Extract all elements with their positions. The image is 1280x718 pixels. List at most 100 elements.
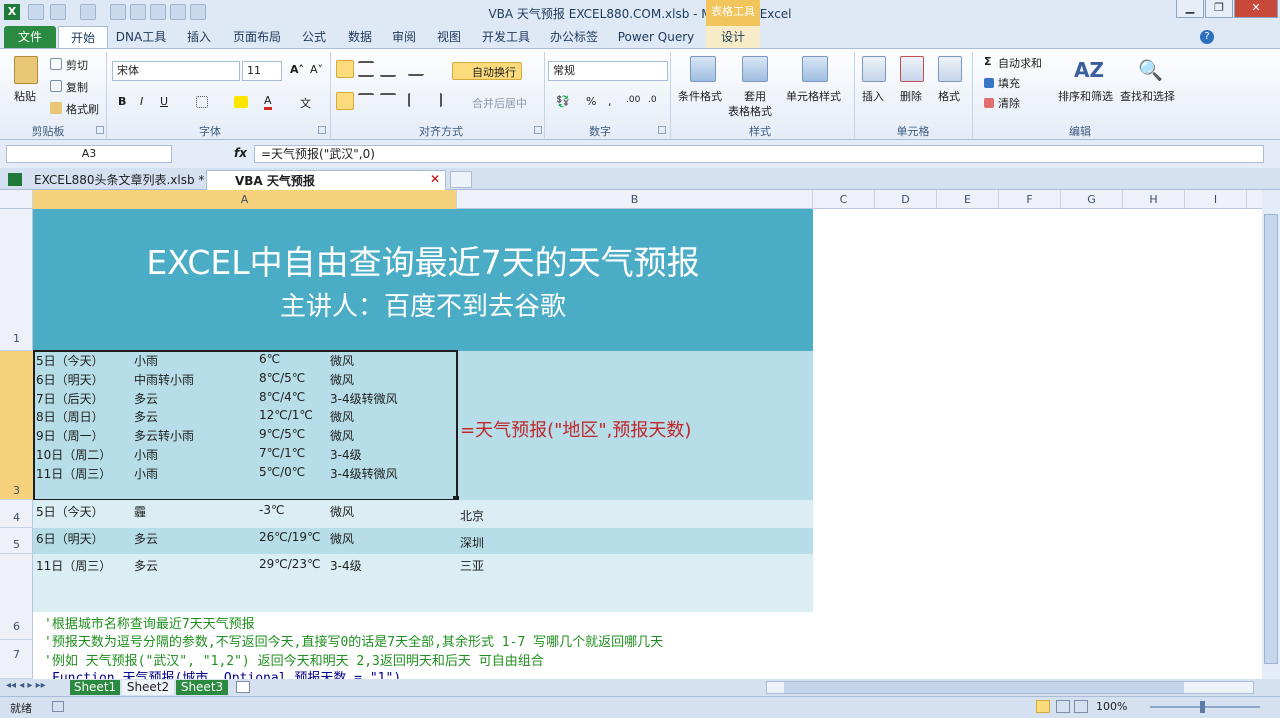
delete-cells-icon[interactable]: [900, 56, 924, 82]
row-header-3[interactable]: 3: [0, 351, 33, 500]
format-table-button-line2[interactable]: 表格格式: [728, 103, 772, 119]
font-color-icon[interactable]: A: [264, 94, 272, 110]
page-layout-view-icon[interactable]: [1056, 700, 1070, 713]
close-tab-icon[interactable]: ✕: [430, 172, 440, 186]
decrease-decimal-icon[interactable]: .0: [648, 95, 657, 105]
align-right-icon[interactable]: [380, 93, 396, 109]
column-header-F[interactable]: F: [999, 190, 1061, 209]
underline-icon[interactable]: U: [160, 95, 168, 108]
column-header-I[interactable]: I: [1185, 190, 1247, 209]
conditional-format-icon[interactable]: [690, 56, 716, 82]
paste-button[interactable]: 粘贴: [14, 88, 36, 104]
sheet-tab-sheet3[interactable]: Sheet3: [176, 680, 228, 695]
tab-data[interactable]: 数据: [340, 26, 380, 48]
currency-icon[interactable]: 💱: [556, 95, 570, 108]
format-cells-button[interactable]: 格式: [938, 88, 960, 104]
tab-page-layout[interactable]: 页面布局: [226, 26, 288, 48]
copy-icon[interactable]: [50, 80, 62, 92]
tab-file[interactable]: 文件: [4, 26, 56, 48]
column-header-H[interactable]: H: [1123, 190, 1185, 209]
tab-view[interactable]: 视图: [430, 26, 468, 48]
border-icon[interactable]: [196, 96, 208, 108]
font-launcher-icon[interactable]: [318, 126, 326, 134]
tab-power-query[interactable]: Power Query: [612, 26, 700, 48]
clear-button[interactable]: 清除: [998, 95, 1020, 111]
increase-decimal-icon[interactable]: .00: [626, 95, 640, 105]
conditional-format-button[interactable]: 条件格式: [678, 88, 722, 104]
row-header-7[interactable]: 7: [0, 640, 33, 679]
comma-icon[interactable]: ,: [608, 95, 612, 108]
column-header-C[interactable]: C: [813, 190, 875, 209]
ribbon-minimize-icon[interactable]: ▁: [1176, 0, 1204, 18]
tab-developer[interactable]: 开发工具: [476, 26, 536, 48]
shrink-font-icon[interactable]: A˅: [310, 63, 323, 76]
grow-font-icon[interactable]: A˄: [290, 63, 304, 76]
tab-review[interactable]: 审阅: [386, 26, 422, 48]
cell-B6[interactable]: 三亚: [460, 557, 484, 574]
row-header-1[interactable]: 1: [0, 209, 33, 351]
cell-styles-button[interactable]: 单元格样式: [786, 88, 841, 104]
insert-cells-button[interactable]: 插入: [862, 88, 884, 104]
number-launcher-icon[interactable]: [658, 126, 666, 134]
cut-icon[interactable]: [50, 58, 62, 70]
horizontal-scroll-thumb[interactable]: [784, 682, 1184, 693]
clear-icon[interactable]: [984, 98, 994, 108]
align-middle-icon[interactable]: [358, 61, 374, 77]
new-tab-button[interactable]: [450, 171, 472, 188]
zoom-slider-thumb[interactable]: [1200, 701, 1205, 713]
format-table-icon[interactable]: [742, 56, 768, 82]
sort-filter-button[interactable]: 排序和筛选: [1058, 88, 1113, 104]
bold-icon[interactable]: B: [118, 95, 126, 108]
column-header-D[interactable]: D: [875, 190, 937, 209]
column-header-A[interactable]: A: [33, 190, 457, 209]
restore-button[interactable]: ❐: [1205, 0, 1233, 18]
workbook-tab-2[interactable]: VBA 天气预报 EXCEL880.COM.xlsb: [206, 170, 446, 208]
close-button[interactable]: ✕: [1234, 0, 1278, 18]
select-all-corner[interactable]: [0, 190, 33, 209]
align-top-icon[interactable]: [336, 60, 354, 78]
fx-icon[interactable]: fx: [234, 146, 247, 160]
row-header-6[interactable]: 6: [0, 554, 33, 640]
tab-home[interactable]: 开始: [58, 26, 108, 48]
page-break-view-icon[interactable]: [1074, 700, 1088, 713]
percent-icon[interactable]: %: [586, 95, 596, 108]
workbook-tab-1[interactable]: EXCEL880头条文章列表.xlsb *: [6, 170, 212, 190]
fill-color-icon[interactable]: [234, 96, 248, 108]
fill-icon[interactable]: [984, 78, 994, 88]
tab-office-tab[interactable]: 办公标签: [544, 26, 604, 48]
row-header-5[interactable]: 5: [0, 528, 33, 554]
merge-center-button[interactable]: 合并后居中: [472, 95, 527, 111]
autosum-button[interactable]: 自动求和: [998, 55, 1042, 71]
scroll-thumb[interactable]: [1264, 214, 1278, 664]
fill-button[interactable]: 填充: [998, 75, 1020, 91]
decrease-indent-icon[interactable]: [408, 93, 422, 107]
cell-B4[interactable]: 北京: [460, 507, 484, 524]
cell-B5[interactable]: 深圳: [460, 534, 484, 551]
name-box[interactable]: A3: [6, 145, 172, 163]
number-format-select[interactable]: 常规: [548, 61, 668, 81]
font-size-select[interactable]: 11: [242, 61, 282, 81]
font-name-select[interactable]: 宋体: [112, 61, 240, 81]
align-bottom-icon[interactable]: [380, 61, 396, 77]
tab-formulas[interactable]: 公式: [294, 26, 334, 48]
zoom-slider[interactable]: [1150, 706, 1260, 708]
cut-button[interactable]: 剪切: [66, 57, 88, 73]
tab-design[interactable]: 设计: [706, 26, 760, 48]
align-center-icon[interactable]: [358, 93, 374, 109]
insert-cells-icon[interactable]: [862, 56, 886, 82]
copy-button[interactable]: 复制: [66, 79, 88, 95]
sheet-tab-sheet1[interactable]: Sheet1: [70, 680, 120, 695]
column-header-E[interactable]: E: [937, 190, 999, 209]
clipboard-launcher-icon[interactable]: [96, 126, 104, 134]
find-select-button[interactable]: 查找和选择: [1120, 88, 1175, 104]
format-cells-icon[interactable]: [938, 56, 962, 82]
tab-dna-tools[interactable]: DNA工具: [112, 26, 170, 48]
format-painter-button[interactable]: 格式刷: [66, 101, 99, 117]
new-sheet-icon[interactable]: [236, 681, 250, 693]
wrap-text-button[interactable]: 自动换行: [472, 64, 516, 80]
paste-icon[interactable]: [14, 56, 38, 84]
normal-view-icon[interactable]: [1036, 700, 1050, 713]
column-header-B[interactable]: B: [457, 190, 813, 209]
phonetic-icon[interactable]: 文: [300, 95, 311, 111]
zoom-level[interactable]: 100%: [1096, 700, 1127, 713]
